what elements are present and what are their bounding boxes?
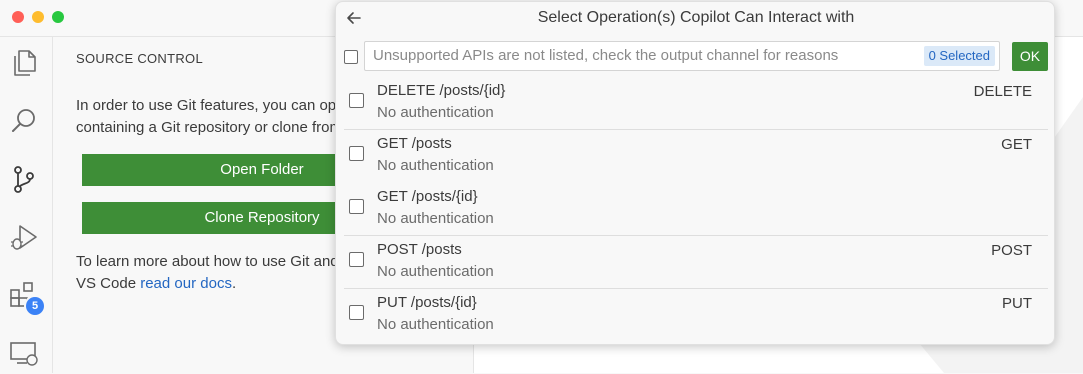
quick-pick-filter-input[interactable] <box>365 42 921 68</box>
activity-bar: 5 <box>0 37 53 373</box>
operation-detail: No authentication <box>377 316 494 333</box>
operation-checkbox[interactable] <box>349 305 364 320</box>
operation-detail: No authentication <box>377 157 494 174</box>
operation-item[interactable]: GET /posts No authentication GET <box>344 129 1048 182</box>
operation-label: GET /posts <box>377 135 452 152</box>
quick-pick-title: Select Operation(s) Copilot Can Interact… <box>537 9 855 26</box>
operation-label: GET /posts/{id} <box>377 188 478 205</box>
close-window-button[interactable] <box>12 11 24 23</box>
read-docs-link[interactable]: read our docs <box>140 275 232 292</box>
files-icon[interactable] <box>8 47 40 79</box>
operation-item[interactable]: DELETE /posts/{id} No authentication DEL… <box>344 76 1048 129</box>
operation-detail: No authentication <box>377 104 494 121</box>
ok-button[interactable]: OK <box>1012 42 1048 71</box>
source-control-icon[interactable] <box>8 163 40 195</box>
operation-label: DELETE /posts/{id} <box>377 82 506 99</box>
quick-pick-input-box: 0 Selected <box>364 41 1000 71</box>
operation-detail: No authentication <box>377 210 494 227</box>
operation-item[interactable]: PUT /posts/{id} No authentication PUT <box>344 288 1048 341</box>
operation-method: GET <box>1001 136 1032 153</box>
operation-item[interactable]: GET /posts/{id} No authentication <box>344 182 1048 235</box>
operation-method: DELETE <box>973 83 1032 100</box>
operation-checkbox[interactable] <box>349 146 364 161</box>
operation-item[interactable]: POST /posts No authentication POST <box>344 235 1048 288</box>
operation-detail: No authentication <box>377 263 494 280</box>
extensions-badge: 5 <box>24 295 46 317</box>
quick-pick-dialog: Select Operation(s) Copilot Can Interact… <box>335 1 1055 345</box>
search-icon[interactable] <box>8 105 40 137</box>
operation-checkbox[interactable] <box>349 199 364 214</box>
select-all-checkbox[interactable] <box>344 50 358 64</box>
operation-method: PUT <box>1002 295 1032 312</box>
sidebar-title: SOURCE CONTROL <box>76 51 203 66</box>
operation-label: PUT /posts/{id} <box>377 294 477 311</box>
operation-method: POST <box>991 242 1032 259</box>
selected-count-badge: 0 Selected <box>923 46 995 66</box>
maximize-window-button[interactable] <box>52 11 64 23</box>
operation-checkbox[interactable] <box>349 93 364 108</box>
learn-more-suffix: . <box>231 275 237 292</box>
minimize-window-button[interactable] <box>32 11 44 23</box>
operation-list: DELETE /posts/{id} No authentication DEL… <box>344 76 1048 341</box>
remote-explorer-icon[interactable] <box>8 337 40 369</box>
operation-checkbox[interactable] <box>349 252 364 267</box>
run-debug-icon[interactable] <box>8 221 40 253</box>
operation-label: POST /posts <box>377 241 462 258</box>
